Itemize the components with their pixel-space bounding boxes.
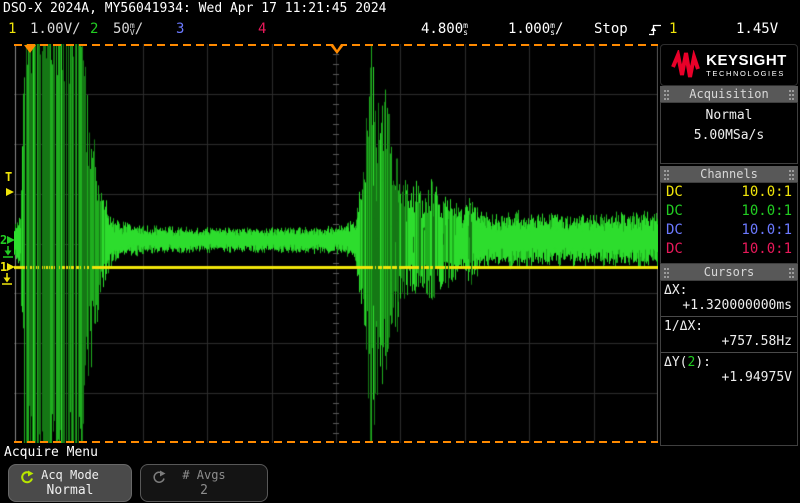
channel-row-3[interactable]: DC 10.0:1: [661, 221, 797, 240]
trigger-edge-icon[interactable]: [648, 22, 662, 37]
trigger-position-marker[interactable]: [24, 45, 36, 53]
rotate-knob-icon: [151, 470, 166, 485]
logo-brand: KEYSIGHT: [706, 53, 787, 68]
channel-row-4[interactable]: DC 10.0:1: [661, 240, 797, 259]
ch1-coupling: DC: [666, 183, 683, 202]
cursor-dy-group: ΔY(2): +1.94975V: [661, 353, 797, 388]
cursor-invdx-value: +757.58Hz: [661, 334, 797, 349]
rotate-knob-icon: [19, 470, 34, 485]
keysight-logo: KEYSIGHT TECHNOLOGIES: [660, 44, 798, 86]
ch1-ground-icon: [1, 273, 13, 286]
cursors-header-label: Cursors: [704, 265, 755, 279]
acq-mode-softkey[interactable]: Acq Mode Normal: [8, 464, 132, 502]
ch4-coupling: DC: [666, 240, 683, 259]
ch3-badge[interactable]: 3: [176, 21, 184, 37]
channels-panel: DC 10.0:1 DC 10.0:1 DC 10.0:1 DC 10.0:1: [660, 182, 798, 264]
cursor-dx-value: +1.320000000ms: [661, 298, 797, 313]
grip-icon: [664, 170, 666, 172]
timebase-delay-value: 4.800: [421, 21, 463, 37]
ch4-badge[interactable]: 4: [258, 21, 266, 37]
channels-header[interactable]: Channels: [660, 166, 798, 182]
grip-icon: [789, 90, 791, 92]
run-state[interactable]: Stop: [594, 21, 628, 37]
channel-row-1[interactable]: DC 10.0:1: [661, 183, 797, 202]
ch1-probe-ratio: 10.0:1: [741, 183, 792, 202]
waveform-plot[interactable]: [14, 44, 658, 443]
trigger-source-badge[interactable]: 1: [669, 21, 677, 37]
timebase-scale-suffix: /: [555, 21, 563, 37]
menu-title: Acquire Menu: [4, 445, 98, 460]
trigger-level-label[interactable]: T: [5, 170, 12, 184]
grip-icon: [789, 268, 791, 270]
cursors-header[interactable]: Cursors: [660, 264, 798, 280]
cursor-dy-label: ΔY(2):: [661, 355, 797, 370]
ch2-offset-marker[interactable]: [7, 236, 15, 244]
grip-icon: [664, 268, 666, 270]
ch3-probe-ratio: 10.0:1: [741, 221, 792, 240]
cursor-invdx-label: 1/ΔX:: [661, 319, 797, 334]
ch2-probe-ratio: 10.0:1: [741, 202, 792, 221]
trigger-level[interactable]: 1.45V: [736, 21, 778, 37]
title-bar: DSO-X 2024A, MY56041934: Wed Apr 17 11:2…: [3, 1, 387, 16]
channels-header-label: Channels: [700, 167, 758, 181]
channel-row-2[interactable]: DC 10.0:1: [661, 202, 797, 221]
timebase-scale[interactable]: 1.000ms/: [508, 21, 563, 37]
ch2-scale[interactable]: 50mV/: [113, 21, 143, 37]
timebase-delay-unit: ms: [463, 22, 468, 36]
cursor-dx-group: ΔX: +1.320000000ms: [661, 281, 797, 317]
cursor-dx-label: ΔX:: [661, 283, 797, 298]
ch1-badge[interactable]: 1: [8, 21, 16, 37]
grip-icon: [789, 170, 791, 172]
cursor-dy-value: +1.94975V: [661, 370, 797, 385]
oscilloscope-screen: DSO-X 2024A, MY56041934: Wed Apr 17 11:2…: [0, 0, 800, 503]
status-bar: 1 1.00V/ 2 50mV/ 3 4 4.800ms 1.000ms/ St…: [0, 17, 800, 42]
acquisition-header-label: Acquisition: [689, 87, 768, 101]
sample-rate: 5.00MSa/s: [661, 128, 797, 143]
ch2-ground-icon: [2, 246, 14, 259]
ch1-offset-marker[interactable]: [7, 263, 15, 271]
keysight-spark-icon: [671, 50, 701, 80]
ch3-coupling: DC: [666, 221, 683, 240]
num-avgs-softkey[interactable]: # Avgs 2: [140, 464, 268, 502]
cursor-invdx-group: 1/ΔX: +757.58Hz: [661, 317, 797, 353]
waveform-canvas[interactable]: [14, 44, 658, 443]
acq-mode-value: Normal: [9, 483, 131, 498]
timebase-scale-value: 1.000: [508, 21, 550, 37]
acquisition-panel: Normal 5.00MSa/s: [660, 102, 798, 164]
grip-icon: [664, 90, 666, 92]
acquisition-mode: Normal: [661, 108, 797, 123]
time-reference-marker[interactable]: [330, 45, 344, 54]
logo-sub: TECHNOLOGIES: [706, 70, 787, 78]
ch2-coupling: DC: [666, 202, 683, 221]
ch1-scale[interactable]: 1.00V/: [30, 21, 81, 37]
sidebar: KEYSIGHT TECHNOLOGIES Acquisition Normal…: [660, 42, 798, 446]
ch4-probe-ratio: 10.0:1: [741, 240, 792, 259]
trigger-level-marker[interactable]: [6, 188, 14, 196]
ch2-scale-suffix: /: [135, 21, 143, 37]
ch2-badge[interactable]: 2: [90, 21, 98, 37]
timebase-delay[interactable]: 4.800ms: [421, 21, 468, 37]
cursors-panel: ΔX: +1.320000000ms 1/ΔX: +757.58Hz ΔY(2)…: [660, 280, 798, 446]
softkey-menu: Acquire Menu Acq Mode Normal # Avgs 2: [0, 443, 660, 503]
num-avgs-value: 2: [141, 483, 267, 498]
acquisition-header[interactable]: Acquisition: [660, 86, 798, 102]
ch2-scale-value: 50: [113, 21, 130, 37]
